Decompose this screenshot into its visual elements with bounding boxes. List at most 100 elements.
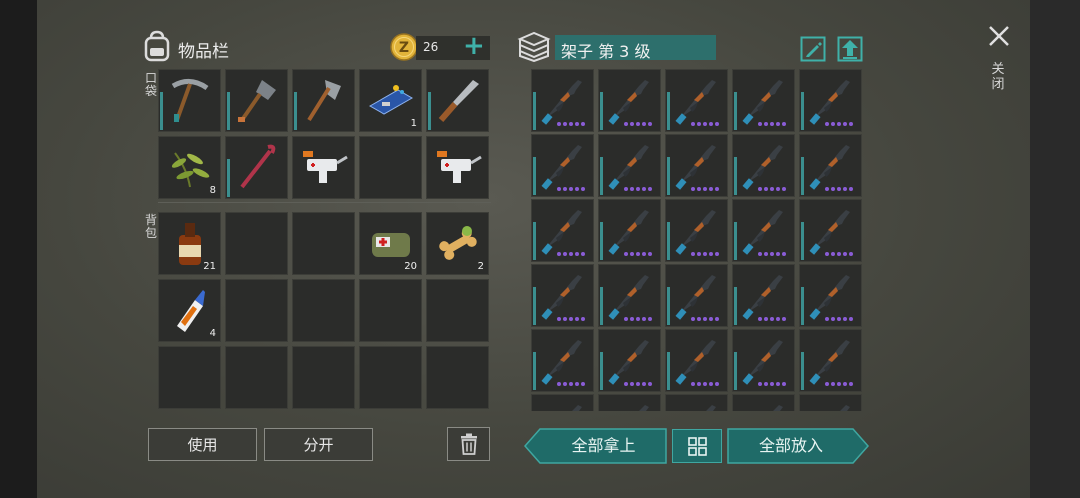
empty-slot[interactable] xyxy=(292,279,355,342)
inventory-slot[interactable] xyxy=(665,199,728,262)
inventory-slot[interactable] xyxy=(598,199,661,262)
inventory-slot[interactable] xyxy=(665,329,728,392)
inventory-slot[interactable] xyxy=(225,136,288,199)
inventory-slot[interactable] xyxy=(598,69,661,132)
inventory-slot[interactable]: 20 xyxy=(359,212,422,275)
take-all-button[interactable]: 全部拿上 xyxy=(540,428,667,464)
empty-slot[interactable] xyxy=(359,279,422,342)
mod-dot xyxy=(849,317,853,321)
put-all-button[interactable]: 全部放入 xyxy=(727,428,855,464)
mod-dot xyxy=(630,187,634,191)
inventory-slot[interactable] xyxy=(598,394,661,411)
empty-slot[interactable] xyxy=(359,346,422,409)
inventory-slot[interactable] xyxy=(732,394,795,411)
inventory-slot[interactable]: 8 xyxy=(158,136,221,199)
durability-bar xyxy=(801,222,804,260)
inventory-slot[interactable] xyxy=(799,264,862,327)
assault-rifle-icon xyxy=(809,145,850,190)
inventory-slot[interactable]: 21 xyxy=(158,212,221,275)
inventory-slot[interactable] xyxy=(732,264,795,327)
upgrade-icon[interactable] xyxy=(837,36,863,62)
rename-icon[interactable] xyxy=(800,36,826,62)
inventory-slot[interactable] xyxy=(531,329,594,392)
inventory-slot[interactable]: 2 xyxy=(426,212,489,275)
mod-dot xyxy=(624,382,628,386)
inventory-slot[interactable] xyxy=(531,134,594,197)
inventory-slot[interactable] xyxy=(665,394,728,411)
empty-slot[interactable] xyxy=(426,279,489,342)
crowbar-icon xyxy=(240,144,276,189)
inventory-slot[interactable] xyxy=(426,69,489,132)
assault-rifle-icon xyxy=(742,275,783,320)
inventory-slot[interactable] xyxy=(158,69,221,132)
durability-bar xyxy=(600,352,603,390)
close-label[interactable]: 关闭 xyxy=(991,62,1005,92)
inventory-slot[interactable] xyxy=(799,329,862,392)
mod-dot xyxy=(630,317,634,321)
mod-dot xyxy=(758,187,762,191)
mod-dot xyxy=(715,382,719,386)
inventory-slot[interactable] xyxy=(732,69,795,132)
assault-rifle-icon xyxy=(608,80,649,125)
mod-dot xyxy=(648,317,652,321)
inventory-slot[interactable]: 1 xyxy=(359,69,422,132)
empty-slot[interactable] xyxy=(225,346,288,409)
inventory-slot[interactable] xyxy=(292,69,355,132)
durability-bar xyxy=(600,92,603,130)
inventory-slot[interactable] xyxy=(292,136,355,199)
delete-button[interactable] xyxy=(447,427,490,461)
empty-slot[interactable] xyxy=(292,346,355,409)
empty-slot[interactable] xyxy=(225,212,288,275)
inventory-slot[interactable] xyxy=(426,136,489,199)
split-button[interactable]: 分开 xyxy=(264,428,373,461)
empty-slot[interactable] xyxy=(359,136,422,199)
inventory-slot[interactable] xyxy=(732,134,795,197)
empty-slot[interactable] xyxy=(158,346,221,409)
inventory-slot[interactable] xyxy=(799,394,862,411)
mod-dot xyxy=(782,187,786,191)
assault-rifle-icon xyxy=(639,405,649,411)
mod-dot xyxy=(569,317,573,321)
inventory-slot[interactable] xyxy=(799,134,862,197)
add-coins-button[interactable]: + xyxy=(463,32,485,60)
assault-rifle-icon xyxy=(541,340,582,385)
inventory-slot[interactable] xyxy=(531,199,594,262)
inventory-slot[interactable] xyxy=(598,134,661,197)
assault-rifle-icon xyxy=(840,405,850,411)
empty-slot[interactable] xyxy=(426,346,489,409)
durability-bar xyxy=(533,157,536,195)
empty-slot[interactable] xyxy=(225,279,288,342)
storage-grid xyxy=(531,69,862,411)
empty-slot[interactable] xyxy=(292,212,355,275)
use-button[interactable]: 使用 xyxy=(148,428,257,461)
mod-dot xyxy=(581,317,585,321)
inventory-slot[interactable] xyxy=(665,134,728,197)
mod-dot xyxy=(776,382,780,386)
inventory-slot[interactable] xyxy=(665,69,728,132)
inventory-slot[interactable] xyxy=(598,264,661,327)
durability-bar xyxy=(428,92,431,130)
mod-dot xyxy=(825,382,829,386)
inventory-slot[interactable] xyxy=(799,199,862,262)
durability-bar xyxy=(734,92,737,130)
inventory-slot[interactable]: 4 xyxy=(158,279,221,342)
mod-dot xyxy=(569,252,573,256)
grid-sort-icon xyxy=(688,437,707,456)
mod-dots xyxy=(758,382,793,386)
inventory-slot[interactable] xyxy=(665,264,728,327)
mod-dots xyxy=(557,382,592,386)
inventory-slot[interactable] xyxy=(598,329,661,392)
mod-dot xyxy=(825,122,829,126)
mod-dot xyxy=(831,252,835,256)
inventory-slot[interactable] xyxy=(531,264,594,327)
mod-dot xyxy=(697,382,701,386)
close-icon[interactable] xyxy=(988,25,1010,47)
sort-button[interactable] xyxy=(672,429,722,463)
inventory-slot[interactable] xyxy=(732,329,795,392)
inventory-slot[interactable] xyxy=(531,394,594,411)
inventory-slot[interactable] xyxy=(732,199,795,262)
mod-dot xyxy=(575,122,579,126)
inventory-slot[interactable] xyxy=(799,69,862,132)
inventory-slot[interactable] xyxy=(531,69,594,132)
inventory-slot[interactable] xyxy=(225,69,288,132)
